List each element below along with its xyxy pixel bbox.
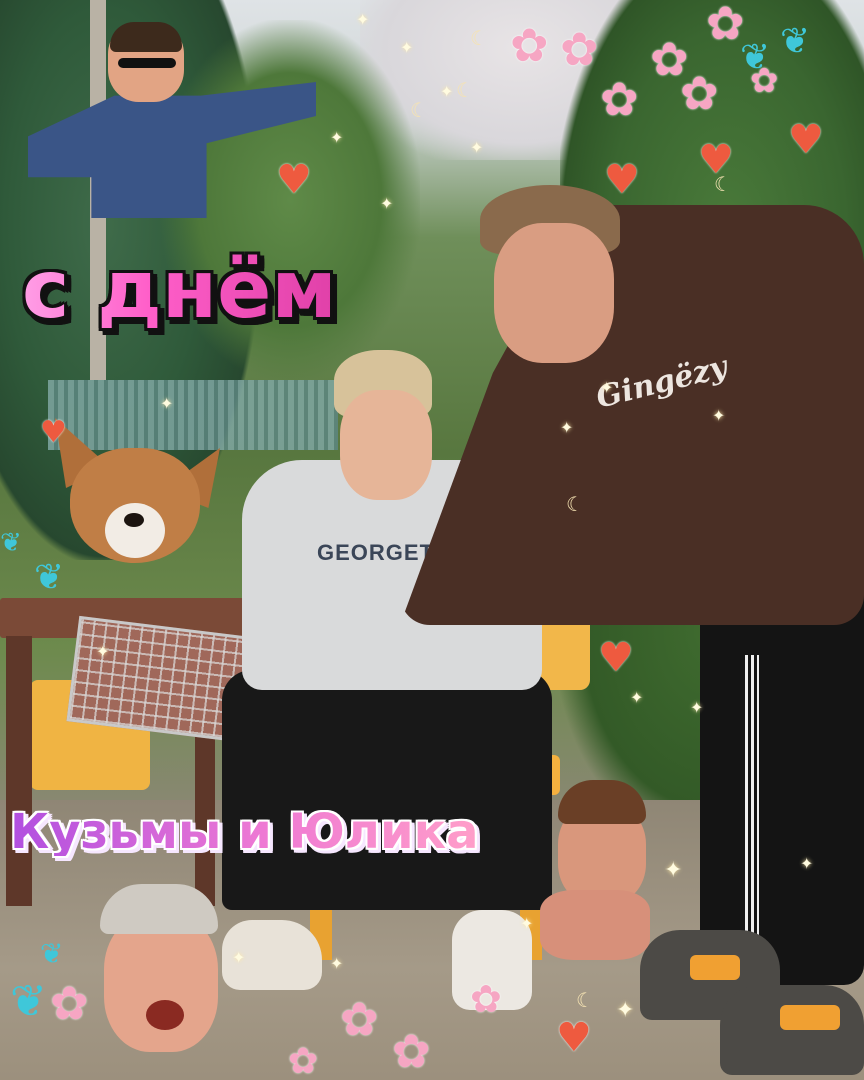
corgi-sticker: [50, 418, 220, 568]
stander-face: [494, 223, 614, 363]
sticker-denim-shirt: [28, 82, 316, 218]
track-pants: [700, 565, 864, 985]
sunglasses-icon: [118, 58, 176, 68]
sneaker-accent: [690, 955, 740, 980]
sticker-hair: [100, 884, 218, 934]
corgi-nose: [124, 513, 144, 527]
sticker-hair: [110, 22, 182, 52]
table-leg: [6, 636, 32, 906]
birthday-collage: GEORGETOWN Gingëzy с днём Кузьмы и Юлика…: [0, 0, 864, 1080]
greeting-title: с днём: [22, 243, 337, 336]
corgi-muzzle: [105, 503, 165, 558]
sticker-face: [104, 914, 218, 1052]
pointing-face-sticker: [540, 780, 650, 965]
shouting-face-sticker: [96, 884, 222, 1052]
pointing-hand: [540, 890, 650, 960]
greeting-names: Кузьмы и Юлика: [10, 804, 479, 860]
sticker-hair: [558, 780, 646, 824]
sunglasses-man-sticker: [28, 22, 316, 218]
sneaker-accent: [780, 1005, 840, 1030]
open-mouth: [146, 1000, 184, 1030]
stander-sneaker: [720, 985, 864, 1075]
brown-hoodie: [400, 205, 864, 625]
sitter-sneaker: [222, 920, 322, 990]
